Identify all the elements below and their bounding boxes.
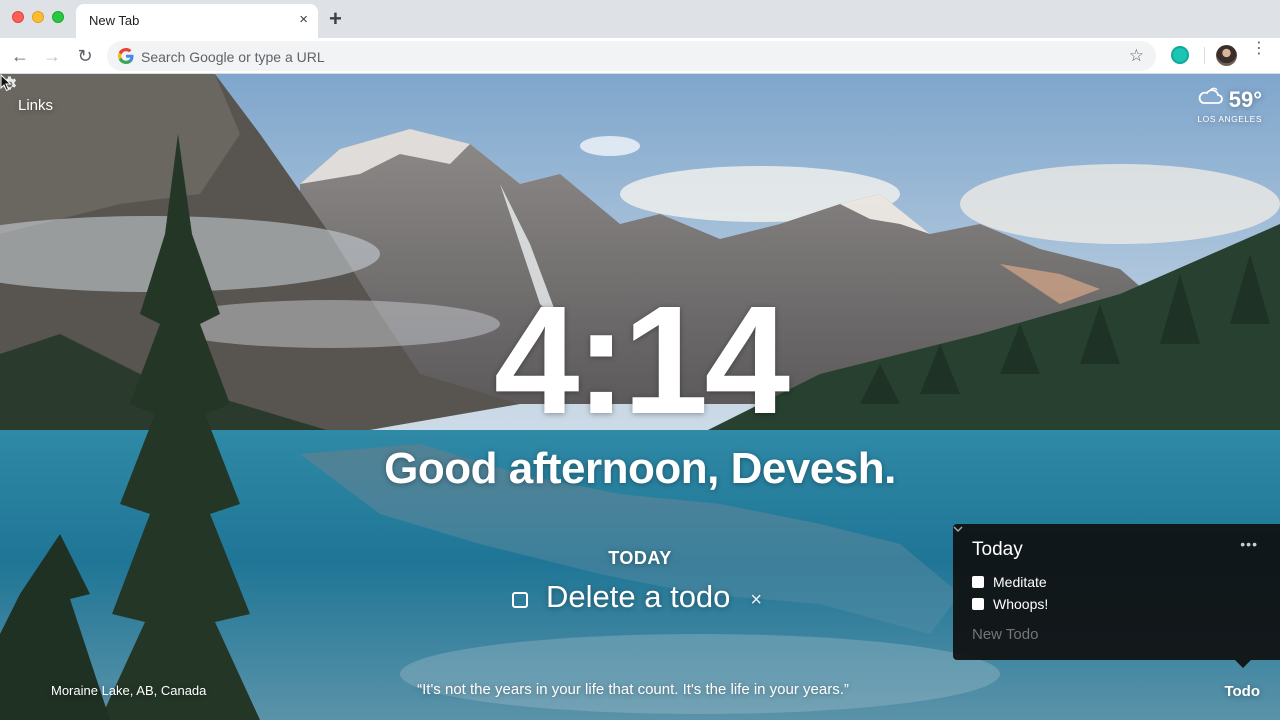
momentum-page: Links 59° LOS ANGELES 4:14 Good afternoo…	[0, 74, 1280, 720]
chevron-down-icon[interactable]	[953, 524, 963, 534]
reload-button[interactable]: ↻	[73, 44, 97, 68]
links-button[interactable]: Links	[18, 97, 53, 114]
focus-text: Delete a todo	[546, 579, 731, 614]
todo-toggle-button[interactable]: Todo	[1224, 683, 1260, 700]
weather-temperature: 59°	[1228, 87, 1262, 112]
focus-item: Delete a todo ×	[512, 579, 762, 615]
minimize-window-button[interactable]	[32, 11, 44, 23]
maximize-window-button[interactable]	[52, 11, 64, 23]
more-options-icon[interactable]: •••	[1240, 536, 1258, 552]
todo-panel: Today ••• Meditate Whoops!	[953, 524, 1280, 668]
back-button[interactable]: ←	[8, 44, 32, 68]
quote[interactable]: “It's not the years in your life that co…	[0, 681, 1266, 698]
todo-item-label: Meditate	[993, 574, 1047, 590]
new-tab-button[interactable]: +	[329, 7, 342, 31]
tab-strip: New Tab × +	[0, 0, 1280, 38]
google-icon	[118, 48, 134, 64]
todo-item-label: Whoops!	[993, 596, 1049, 612]
tab-title: New Tab	[89, 13, 140, 28]
todo-item: Whoops!	[972, 595, 1048, 613]
address-bar[interactable]: Search Google or type a URL ☆	[107, 41, 1156, 71]
todo-checkbox[interactable]	[972, 576, 984, 588]
weather-location: LOS ANGELES	[1197, 114, 1262, 124]
close-window-button[interactable]	[12, 11, 24, 23]
weather-widget[interactable]: 59° LOS ANGELES	[1197, 87, 1262, 124]
clock: 4:14	[493, 274, 790, 446]
todo-checkbox[interactable]	[972, 598, 984, 610]
address-bar-placeholder: Search Google or type a URL	[141, 49, 325, 65]
mouse-cursor-icon	[0, 74, 12, 92]
profile-avatar[interactable]	[1216, 45, 1237, 66]
bookmark-star-icon[interactable]: ☆	[1129, 46, 1144, 66]
focus-delete-icon[interactable]: ×	[750, 589, 762, 612]
todo-list-title[interactable]: Today	[972, 539, 1023, 561]
greeting: Good afternoon, Devesh.	[384, 444, 896, 493]
tab-new-tab[interactable]: New Tab ×	[76, 4, 318, 38]
focus-checkbox[interactable]	[512, 592, 528, 608]
browser-menu-icon[interactable]: ⋮	[1251, 41, 1267, 66]
forward-button[interactable]: →	[40, 44, 64, 68]
todo-item: Meditate	[972, 573, 1047, 591]
extension-icon[interactable]	[1171, 46, 1189, 64]
tab-close-icon[interactable]: ×	[299, 12, 308, 28]
cloud-icon	[1199, 87, 1224, 104]
new-todo-input[interactable]	[972, 626, 1252, 643]
toolbar-divider	[1204, 47, 1205, 64]
browser-toolbar: ← → ↻ Search Google or type a URL ☆	[0, 38, 1280, 74]
